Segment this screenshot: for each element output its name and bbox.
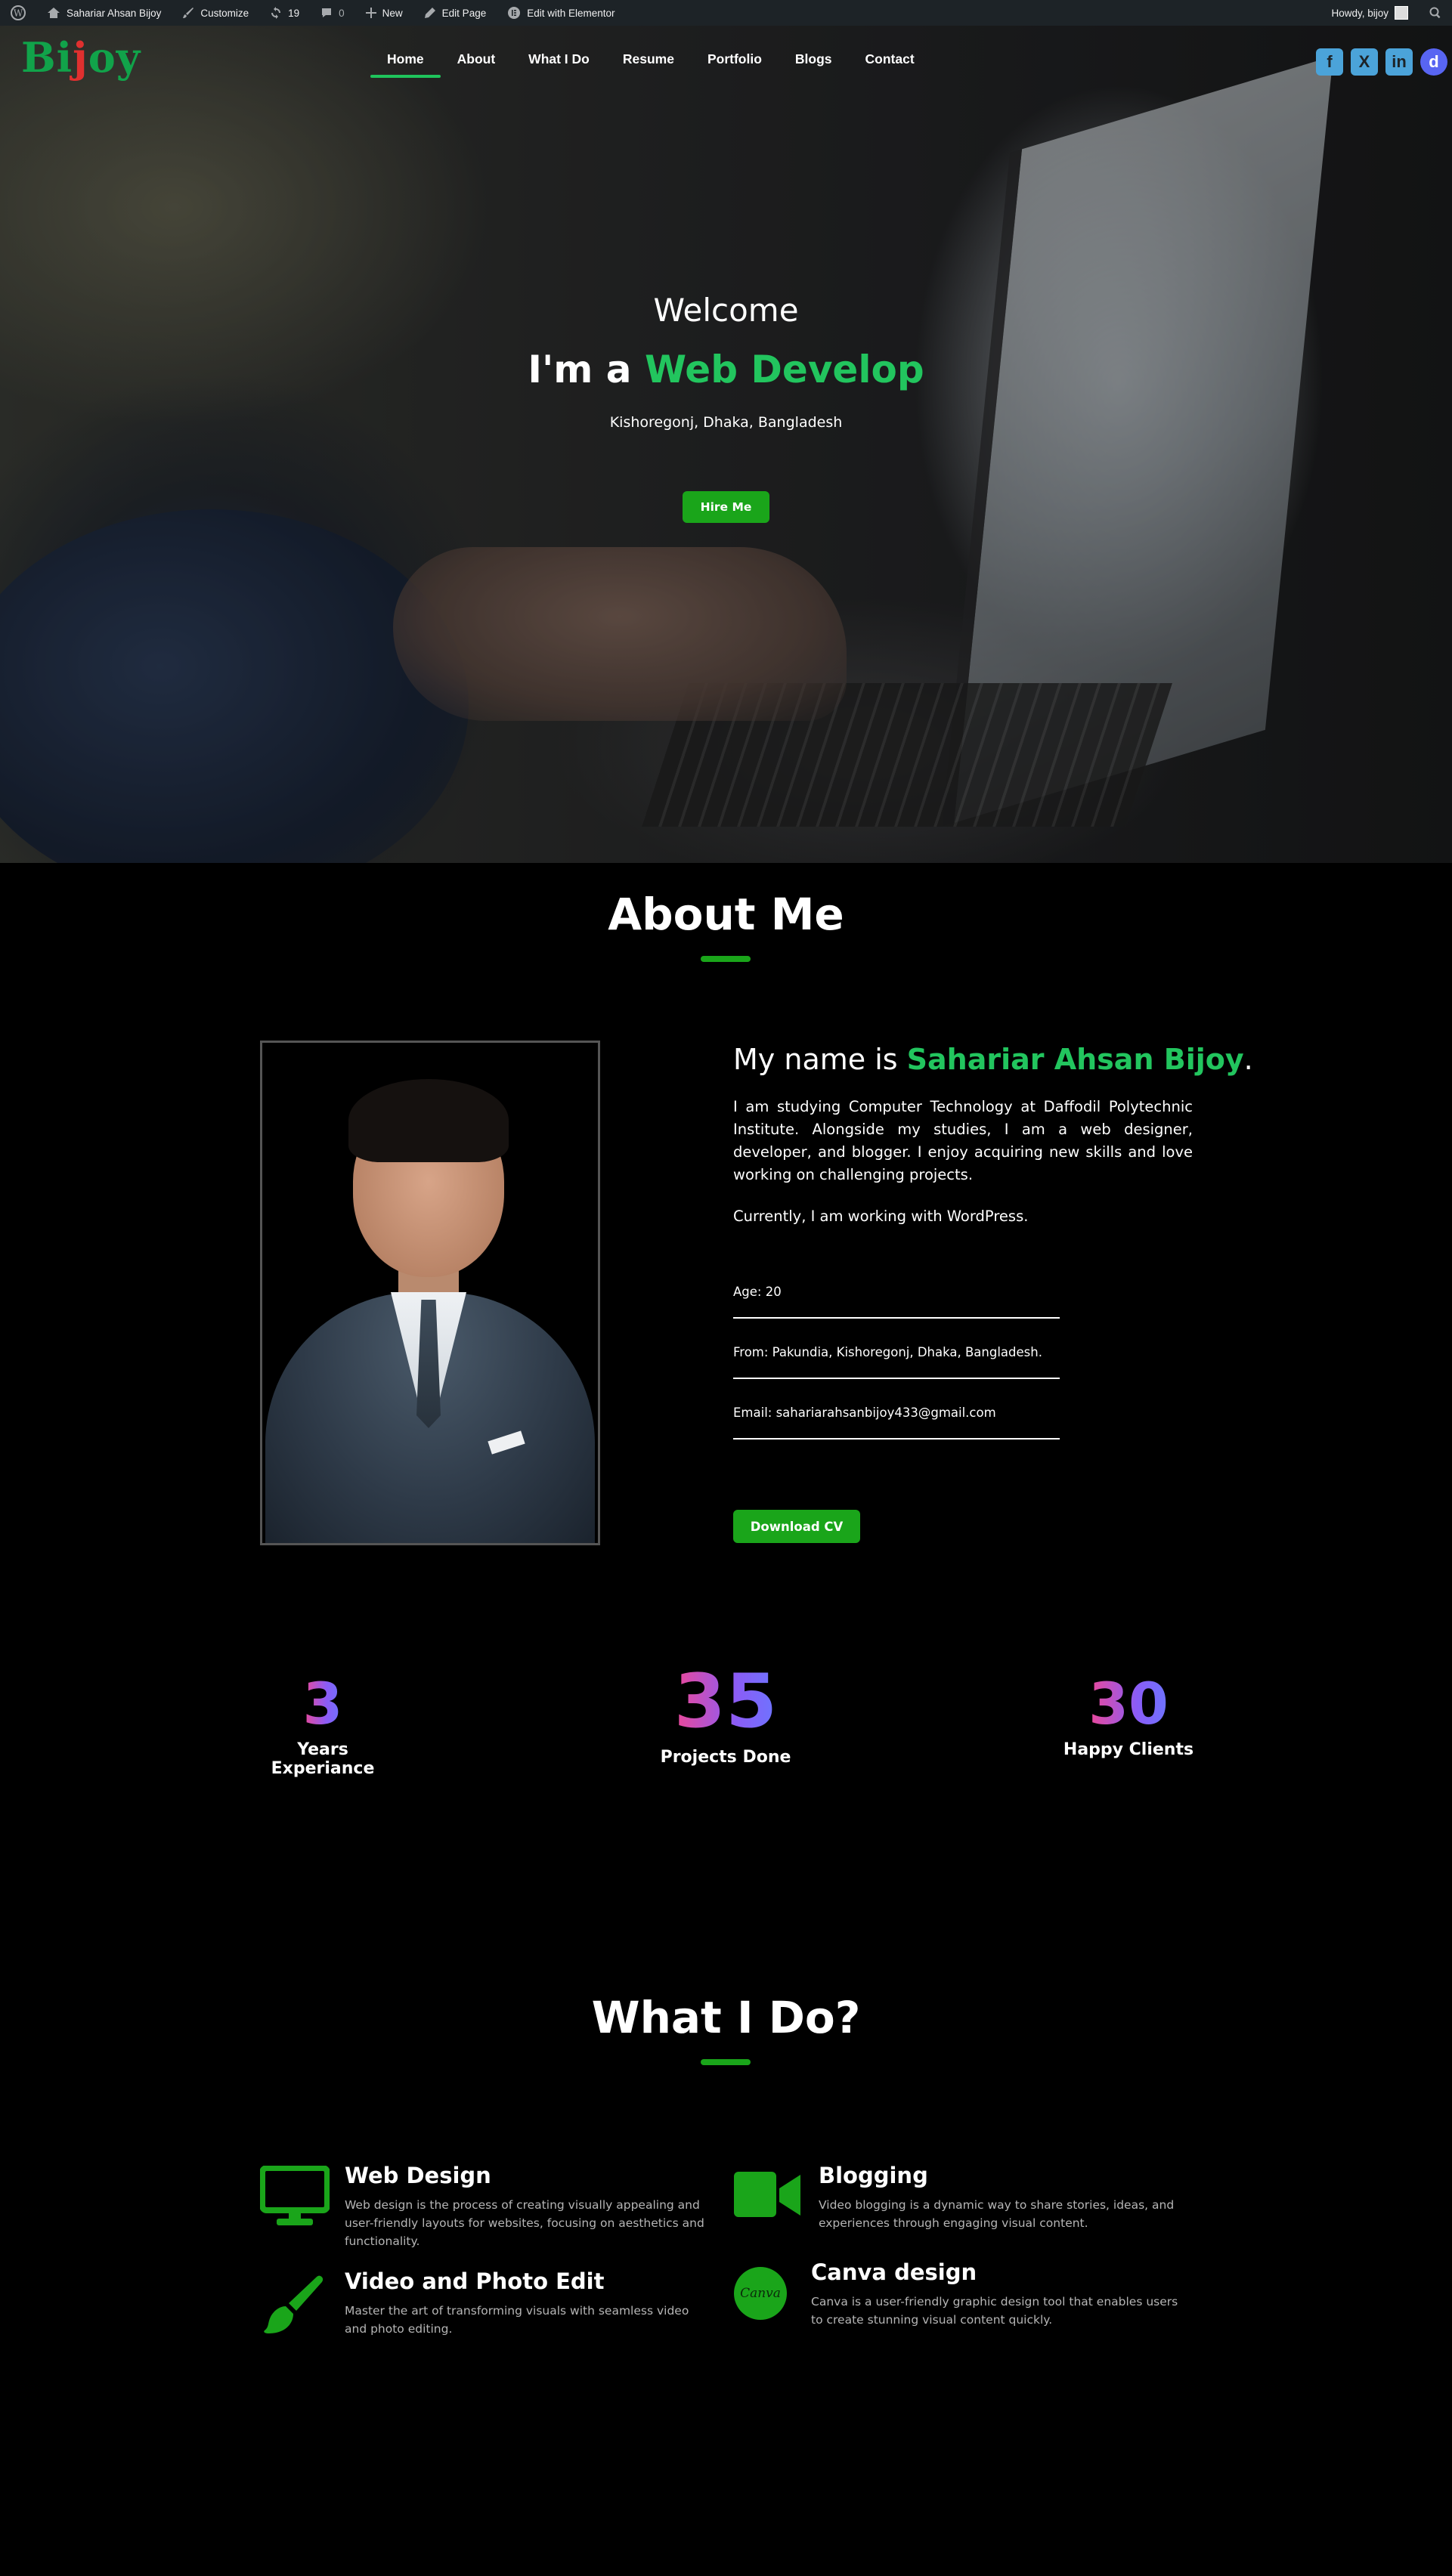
services-title-underline [701, 2059, 751, 2065]
service-canva: Canva Canva design Canva is a user-frien… [734, 2259, 1195, 2335]
info-email: Email: sahariarahsanbijoy433@gmail.com [733, 1406, 1060, 1440]
x-twitter-icon[interactable]: X [1351, 48, 1378, 76]
nav-resume[interactable]: Resume [606, 47, 691, 79]
admin-new[interactable]: New [355, 0, 413, 26]
about-heading: My name is Sahariar Ahsan Bijoy. [733, 1043, 1253, 1076]
about-title-underline [701, 956, 751, 962]
info-age: Age: 20 [733, 1285, 1060, 1319]
search-icon [1429, 7, 1441, 19]
nav-portfolio[interactable]: Portfolio [691, 47, 779, 79]
about-paragraph: I am studying Computer Technology at Daf… [733, 1098, 1193, 1183]
admin-edit-page[interactable]: Edit Page [413, 0, 497, 26]
stat-value: 3 [302, 1670, 343, 1737]
admin-site-name[interactable]: Sahariar Ahsan Bijoy [36, 0, 172, 26]
hero-bg-sleeve [0, 509, 469, 863]
services-title: What I Do? [591, 1992, 861, 2043]
facebook-icon[interactable]: f [1316, 48, 1343, 76]
paint-brush-icon [264, 2275, 324, 2333]
updates-icon [271, 7, 281, 19]
nav-what-i-do[interactable]: What I Do [512, 47, 606, 79]
stat-value: 35 [673, 1659, 778, 1745]
monitor-icon [260, 2166, 330, 2225]
discord-icon[interactable]: d [1420, 48, 1447, 76]
profile-photo [260, 1041, 600, 1545]
hero-location: Kishoregonj, Dhaka, Bangladesh [609, 414, 843, 431]
admin-comments[interactable]: 0 [310, 0, 355, 26]
video-camera-icon [734, 2172, 800, 2217]
social-links: f X in d [1316, 48, 1447, 76]
pencil-icon [424, 8, 435, 18]
hero-bg-laptop [942, 56, 1333, 827]
plus-icon [365, 8, 376, 18]
linkedin-icon[interactable]: in [1385, 48, 1413, 76]
hero-section [0, 26, 1452, 863]
admin-edit-elementor[interactable]: Edit with Elementor [497, 0, 625, 26]
service-video-photo-edit: Video and Photo Edit Master the art of t… [260, 2268, 721, 2344]
hero-welcome: Welcome [653, 292, 799, 329]
site-logo[interactable]: Bijoy [21, 33, 141, 82]
admin-search[interactable] [1419, 0, 1452, 26]
stat-label: Years Experiance [271, 1740, 375, 1778]
nav-home[interactable]: Home [370, 47, 441, 79]
admin-account[interactable]: Howdy, bijoy [1320, 0, 1419, 26]
stat-label: Happy Clients [1063, 1740, 1194, 1759]
stat-value: 30 [1088, 1670, 1169, 1737]
avatar [1395, 6, 1408, 20]
admin-customize[interactable]: Customize [172, 0, 259, 26]
main-nav: Home About What I Do Resume Portfolio Bl… [370, 47, 931, 79]
stat-projects: 35 Projects Done [635, 1659, 816, 1767]
stat-label: Projects Done [660, 1748, 791, 1767]
brush-icon [183, 8, 194, 18]
comment-icon [322, 8, 332, 17]
nav-blogs[interactable]: Blogs [779, 47, 849, 79]
svg-text:W: W [14, 8, 23, 19]
hero-bg-keyboard [642, 683, 1172, 827]
stat-experience: 3 Years Experiance [247, 1670, 398, 1778]
stat-clients: 30 Happy Clients [1053, 1670, 1204, 1759]
about-paragraph-current: Currently, I am working with WordPress. [733, 1208, 1029, 1225]
hero-bg-hand [393, 547, 847, 721]
wp-admin-bar: W Sahariar Ahsan Bijoy Customize 19 0 Ne… [0, 0, 1452, 26]
service-web-design: Web Design Web design is the process of … [260, 2163, 721, 2248]
service-blogging: Blogging Video blogging is a dynamic way… [734, 2163, 1195, 2238]
hero-tagline: I'm a Web Develop [528, 348, 924, 391]
about-title: About Me [608, 889, 844, 940]
download-cv-button[interactable]: Download CV [733, 1510, 860, 1543]
admin-updates[interactable]: 19 [259, 0, 310, 26]
info-from: From: Pakundia, Kishoregonj, Dhaka, Bang… [733, 1345, 1060, 1379]
home-icon [48, 8, 60, 18]
nav-about[interactable]: About [441, 47, 512, 79]
elementor-icon [508, 7, 521, 19]
hire-me-button[interactable]: Hire Me [683, 491, 769, 523]
wordpress-logo-icon[interactable]: W [0, 0, 36, 26]
canva-icon: Canva [734, 2267, 787, 2320]
nav-contact[interactable]: Contact [849, 47, 931, 79]
